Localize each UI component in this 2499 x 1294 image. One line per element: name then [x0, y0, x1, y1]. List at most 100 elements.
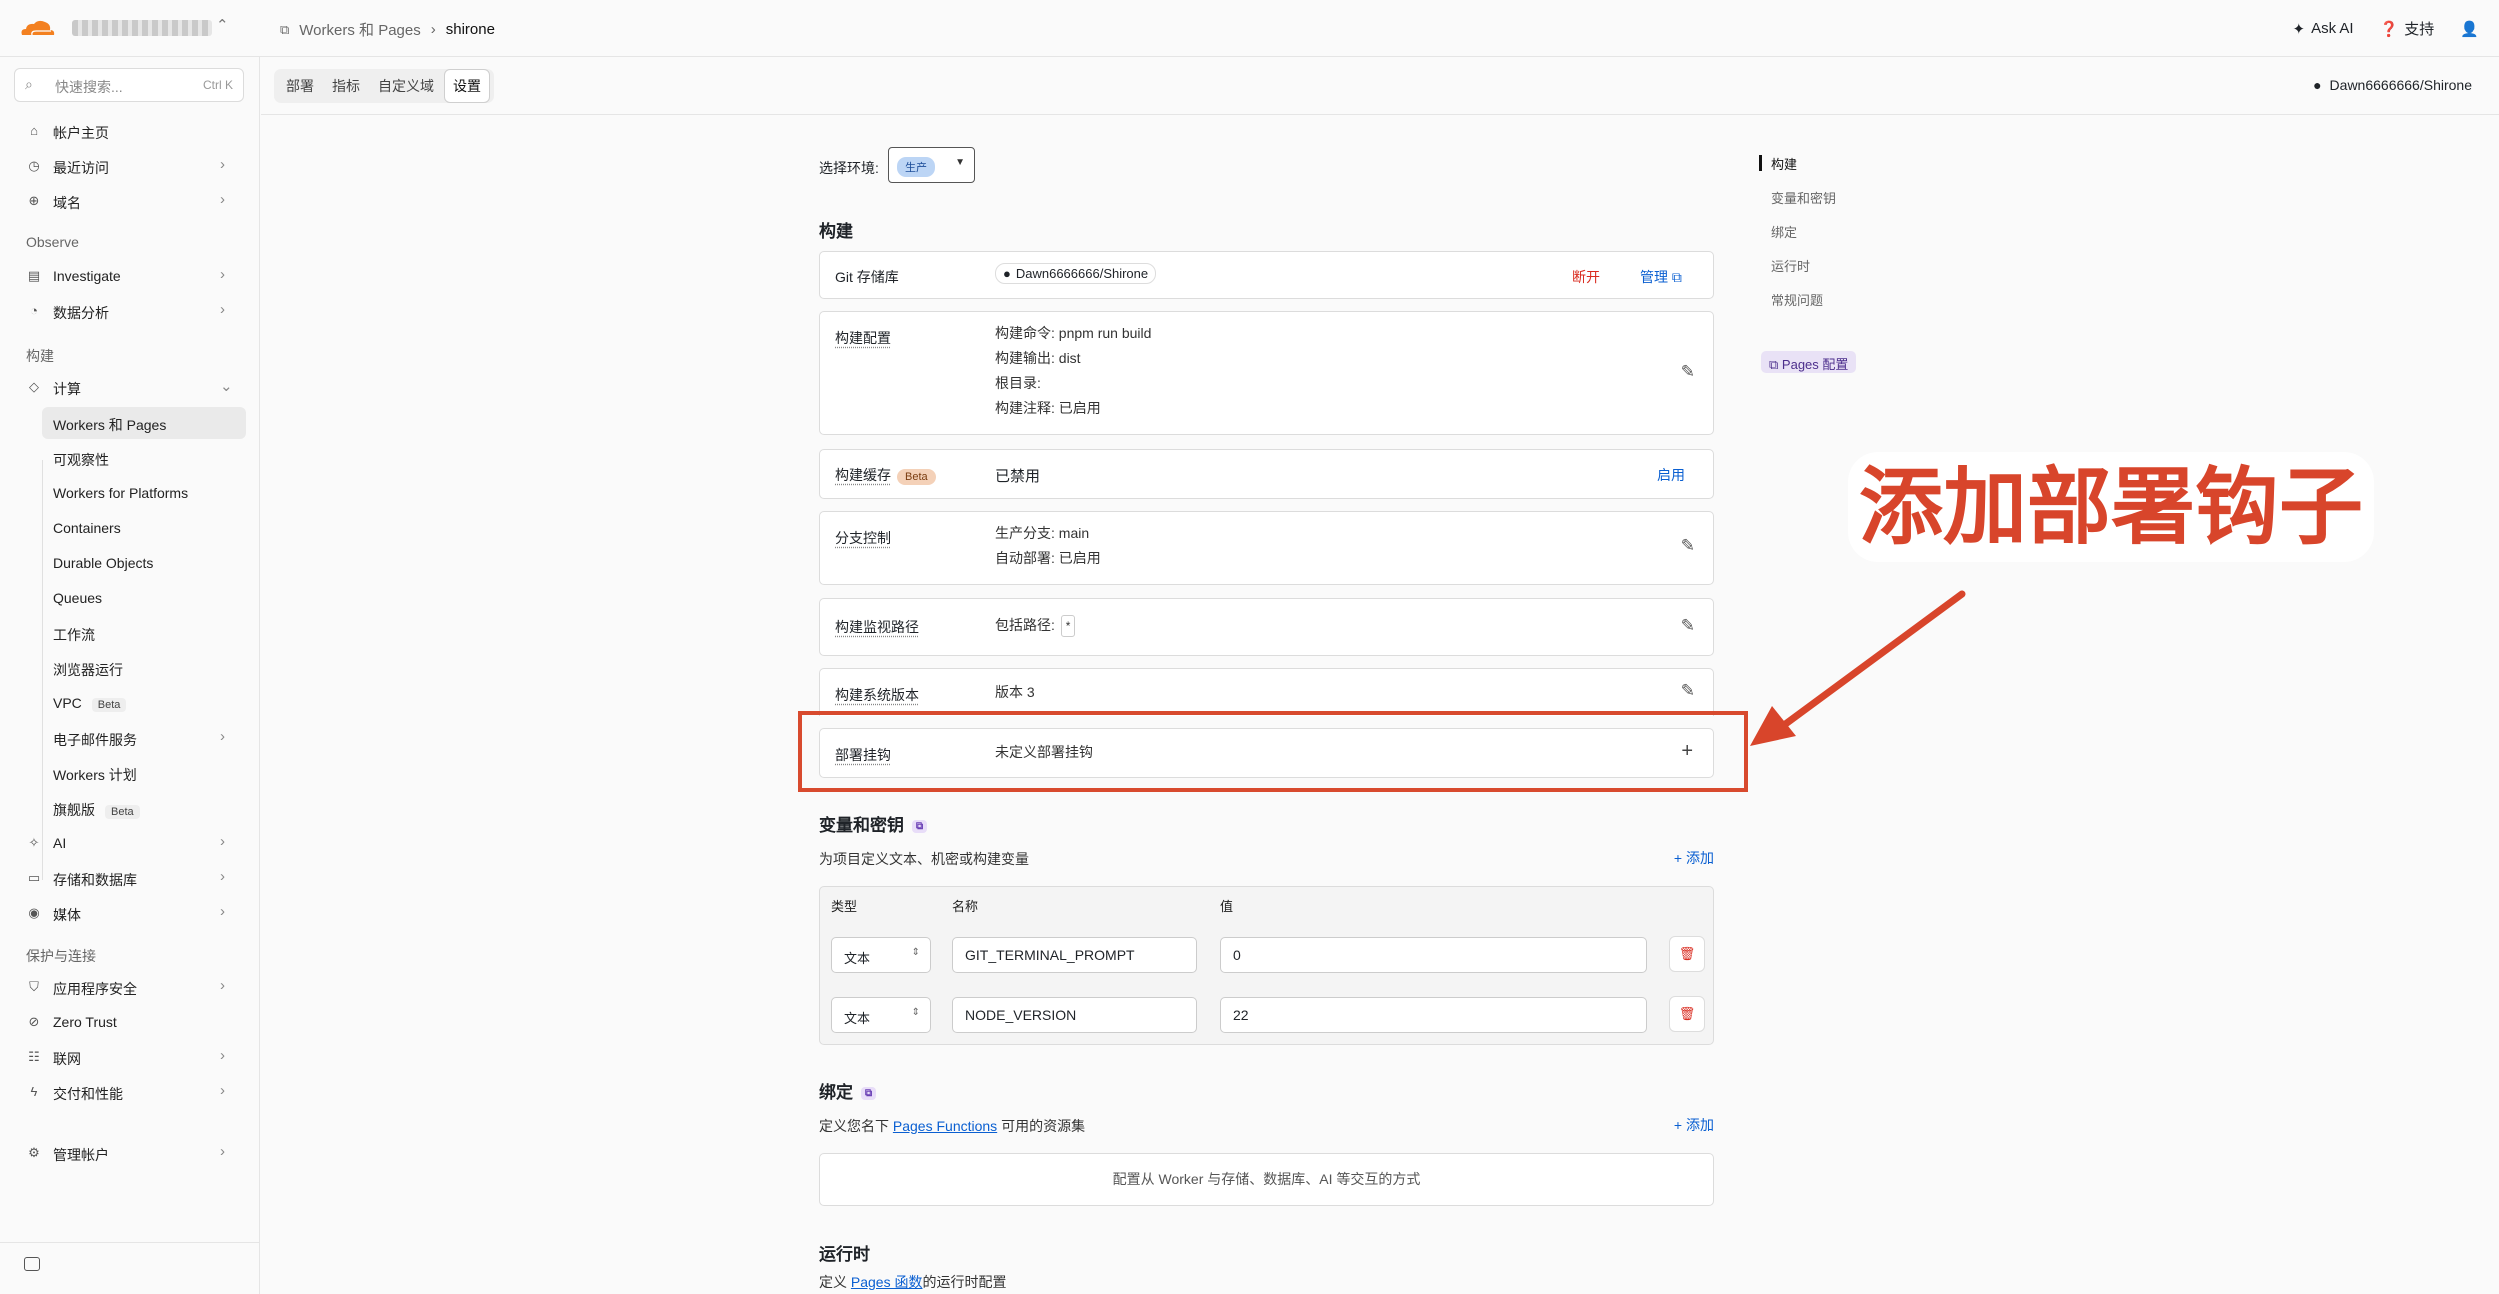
sidebar-item-email-service[interactable]: 电子邮件服务 ›: [0, 722, 260, 754]
sidebar-item-compute[interactable]: ◇ 计算 ⌄: [0, 371, 260, 403]
search-input[interactable]: ⌕ 快速搜索... Ctrl K: [14, 68, 244, 102]
sidebar-item-workers-plan[interactable]: Workers 计划: [0, 757, 260, 789]
build-cache-label: 构建缓存 Beta: [835, 465, 936, 485]
git-repo-chip[interactable]: ● Dawn6666666/Shirone: [995, 263, 1157, 284]
pages-functions-link[interactable]: Pages 函数: [851, 1274, 923, 1290]
sidebar-toggle-icon[interactable]: [24, 1257, 40, 1271]
sidebar-item-flagship[interactable]: 旗舰版 Beta: [0, 792, 260, 824]
production-branch: 生产分支: main: [995, 525, 1090, 541]
docs-link-icon[interactable]: ⧉: [912, 820, 928, 834]
chevron-right-icon: ›: [220, 1143, 225, 1160]
edit-pencil-icon[interactable]: ✎: [1681, 536, 1695, 556]
sidebar-item-label: Workers 和 Pages: [53, 417, 167, 433]
manage-button[interactable]: 管理 ⧉: [1640, 267, 1682, 287]
tab-custom-domains[interactable]: 自定义域: [370, 70, 442, 102]
chevron-right-icon: ›: [220, 1082, 225, 1099]
chevron-right-icon: ›: [220, 156, 225, 173]
build-config-card: 构建配置 构建命令: pnpm run build 构建输出: dist 根目录…: [819, 311, 1714, 435]
trash-icon[interactable]: 🗑: [1669, 996, 1705, 1032]
section-bindings-title: 绑定 ⧉: [819, 1078, 877, 1103]
ask-ai-button[interactable]: ✦ Ask AI: [2293, 20, 2354, 38]
sidebar-item-vpc[interactable]: VPC Beta: [0, 687, 260, 719]
sidebar-item-queues[interactable]: Queues: [0, 582, 260, 614]
sidebar-item-label: Containers: [53, 520, 121, 536]
media-icon: ◉: [28, 905, 40, 920]
sidebar-item-delivery[interactable]: ϟ 交付和性能 ›: [0, 1076, 260, 1108]
clock-icon: ◷: [28, 158, 40, 173]
bindings-desc-prefix: 定义您名下: [819, 1118, 889, 1134]
enable-button[interactable]: 启用: [1657, 465, 1685, 485]
caret-down-icon: ▼: [955, 157, 965, 168]
sidebar-item-label: 电子邮件服务: [53, 732, 137, 748]
compute-icon: ◇: [29, 379, 39, 394]
var-value-input[interactable]: 22: [1220, 997, 1647, 1033]
sidebar-item-workers-pages[interactable]: Workers 和 Pages: [42, 407, 246, 439]
toc-item-build[interactable]: 构建: [1771, 154, 1797, 173]
edit-pencil-icon[interactable]: ✎: [1681, 362, 1695, 382]
toc-item-general[interactable]: 常规问题: [1771, 290, 1823, 309]
toc-item-bindings[interactable]: 绑定: [1771, 222, 1797, 241]
ask-ai-label: Ask AI: [2311, 20, 2354, 37]
cloudflare-logo[interactable]: [18, 18, 56, 38]
sidebar: ⌕ 快速搜索... Ctrl K ⌂ 帐户主页 ◷ 最近访问 › ⊕ 域名 › Obser…: [0, 57, 260, 1294]
var-type-select[interactable]: 文本 ⇕: [831, 997, 931, 1033]
toc-item-vars[interactable]: 变量和密钥: [1771, 188, 1836, 207]
sidebar-item-label: 应用程序安全: [53, 981, 137, 997]
sidebar-item-app-security[interactable]: ⛉ 应用程序安全 ›: [0, 971, 260, 1003]
sidebar-item-home[interactable]: ⌂ 帐户主页: [0, 115, 260, 147]
pages-config-button[interactable]: ⧉ Pages 配置: [1761, 351, 1857, 373]
sidebar-item-containers[interactable]: Containers: [0, 512, 260, 544]
var-name-input[interactable]: GIT_TERMINAL_PROMPT: [952, 937, 1197, 973]
sidebar-item-recent[interactable]: ◷ 最近访问 ›: [0, 150, 260, 182]
tab-settings[interactable]: 设置: [444, 69, 490, 103]
sidebar-item-workflows[interactable]: 工作流: [0, 617, 260, 649]
sidebar-item-label: 帐户主页: [53, 125, 109, 141]
pages-functions-link[interactable]: Pages Functions: [893, 1118, 997, 1134]
environment-select[interactable]: 生产 ▼: [888, 147, 975, 183]
sidebar-item-workers-platforms[interactable]: Workers for Platforms: [0, 477, 260, 509]
runtime-desc-suffix: 的运行时配置: [922, 1274, 1007, 1290]
sidebar-item-investigate[interactable]: ▤ Investigate ›: [0, 260, 260, 292]
tab-metrics[interactable]: 指标: [324, 70, 368, 102]
add-variable-button[interactable]: + 添加: [1674, 848, 1714, 868]
chevron-updown-icon[interactable]: ⌃: [216, 16, 229, 34]
sidebar-item-ai[interactable]: ✧ AI ›: [0, 827, 260, 859]
build-output: 构建输出: dist: [995, 350, 1081, 366]
var-name-input[interactable]: NODE_VERSION: [952, 997, 1197, 1033]
sidebar-item-networking[interactable]: ☷ 联网 ›: [0, 1041, 260, 1073]
breadcrumb-workers-pages[interactable]: Workers 和 Pages: [299, 19, 420, 40]
docs-link-icon[interactable]: ⧉: [861, 1087, 877, 1101]
system-version-label: 构建系统版本: [835, 687, 919, 703]
account-name-blurred[interactable]: [72, 20, 212, 36]
user-menu-button[interactable]: 👤: [2460, 20, 2479, 38]
sidebar-item-durable-objects[interactable]: Durable Objects: [0, 547, 260, 579]
trash-icon[interactable]: 🗑: [1669, 936, 1705, 972]
repo-link[interactable]: ● Dawn6666666/Shirone: [2313, 77, 2472, 93]
sidebar-item-label: 存储和数据库: [53, 872, 137, 888]
tab-deployments[interactable]: 部署: [278, 70, 322, 102]
sidebar-item-media[interactable]: ◉ 媒体 ›: [0, 897, 260, 929]
network-icon: ☷: [28, 1049, 40, 1064]
toc-item-runtime[interactable]: 运行时: [1771, 256, 1810, 275]
sidebar-item-zero-trust[interactable]: ⊘ Zero Trust: [0, 1006, 260, 1038]
add-binding-button[interactable]: + 添加: [1674, 1115, 1714, 1135]
sidebar-item-analytics[interactable]: ◔ 数据分析 ›: [0, 295, 260, 327]
edit-pencil-icon[interactable]: ✎: [1681, 616, 1695, 636]
sidebar-item-observability[interactable]: 可观察性: [0, 442, 260, 474]
build-config-label: 构建配置: [835, 330, 891, 346]
var-value-input[interactable]: 0: [1220, 937, 1647, 973]
support-button[interactable]: ❓ 支持: [2380, 18, 2435, 39]
sidebar-item-label: 旗舰版 Beta: [53, 800, 140, 820]
disconnect-button[interactable]: 断开: [1572, 267, 1600, 287]
sidebar-item-storage[interactable]: ▭ 存储和数据库 ›: [0, 862, 260, 894]
env-label: 选择环境:: [819, 160, 879, 176]
chevron-right-icon: ›: [220, 977, 225, 994]
bolt-icon: ϟ: [30, 1084, 38, 1099]
breadcrumb-current: shirone: [445, 21, 495, 38]
section-build-title: 构建: [819, 222, 853, 241]
var-type-select[interactable]: 文本 ⇕: [831, 937, 931, 973]
edit-pencil-icon[interactable]: ✎: [1681, 681, 1695, 701]
sidebar-item-manage-account[interactable]: ⚙ 管理帐户 ›: [0, 1137, 260, 1169]
sidebar-item-browser-run[interactable]: 浏览器运行: [0, 652, 260, 684]
sidebar-item-domains[interactable]: ⊕ 域名 ›: [0, 185, 260, 217]
